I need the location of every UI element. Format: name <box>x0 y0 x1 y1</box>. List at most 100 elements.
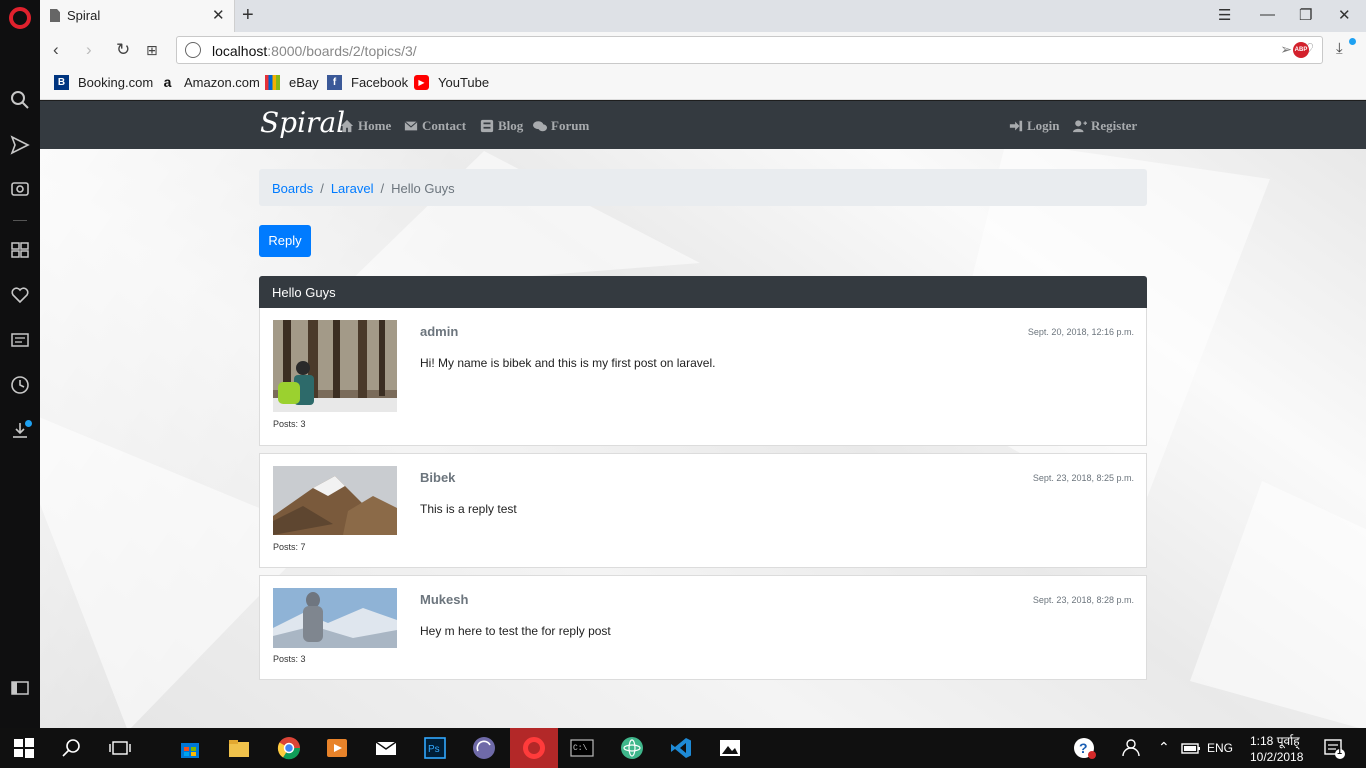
svg-text:Ps: Ps <box>428 744 440 755</box>
blog-icon <box>480 119 494 133</box>
bookmark-facebook[interactable]: f Facebook <box>327 75 408 90</box>
chrome-icon[interactable] <box>277 736 301 760</box>
battery-icon[interactable] <box>1179 736 1203 760</box>
clock-time[interactable]: 1:18 पूर्वाह् <box>1250 732 1300 749</box>
close-window-icon[interactable]: ✕ <box>1338 6 1351 24</box>
reply-button[interactable]: Reply <box>259 225 311 257</box>
send-page-icon[interactable]: ➢ <box>1280 41 1292 58</box>
chevron-up-icon[interactable]: ⌃ <box>1158 739 1170 756</box>
opera-logo-icon[interactable] <box>9 7 31 29</box>
brand-logo[interactable]: Spiral <box>260 106 345 139</box>
opera-icon <box>523 737 545 759</box>
post-avatar-image <box>273 466 397 535</box>
nav-forum[interactable]: Forum <box>533 118 589 134</box>
post-avatar-image <box>273 320 397 412</box>
page-icon <box>50 9 60 22</box>
close-tab-icon[interactable]: ✕ <box>212 6 225 24</box>
minimize-icon[interactable]: — <box>1260 6 1275 23</box>
post-date: Sept. 20, 2018, 12:16 p.m. <box>1027 327 1134 337</box>
nav-register-label: Register <box>1091 118 1138 133</box>
tab-menu-icon[interactable]: ☰ <box>1218 6 1231 24</box>
heart-icon[interactable] <box>10 285 30 305</box>
post-author[interactable]: Mukesh <box>420 592 468 607</box>
svg-text:?: ? <box>1079 740 1088 756</box>
news-icon[interactable] <box>10 330 30 350</box>
post-author[interactable]: Bibek <box>420 470 455 485</box>
address-bar[interactable]: localhost:8000/boards/2/topics/3/ ➢ ♡ <box>176 36 1323 64</box>
language-indicator[interactable]: ENG <box>1207 741 1233 755</box>
reload-icon[interactable]: ↻ <box>116 40 130 60</box>
media-player-icon[interactable] <box>325 736 349 760</box>
background-facet <box>1190 481 1366 728</box>
amazon-icon: a <box>163 74 172 90</box>
download-badge <box>25 420 32 427</box>
post-avatar-image <box>273 588 397 648</box>
speed-dial-tabs-icon[interactable]: ⊞ <box>146 42 158 59</box>
opera-taskbar-active[interactable] <box>510 728 558 768</box>
vscode-icon[interactable] <box>669 736 693 760</box>
history-clock-icon[interactable] <box>10 375 30 395</box>
task-view-icon[interactable] <box>108 736 132 760</box>
bookmark-label: Amazon.com <box>184 75 260 90</box>
bookmark-label: YouTube <box>438 75 490 90</box>
photoshop-icon[interactable]: Ps <box>423 736 447 760</box>
nav-contact-label: Contact <box>422 118 467 133</box>
post-message: Hi! My name is bibek and this is my firs… <box>420 356 716 370</box>
page-viewport: Spiral Home Contact Blog Forum Login Reg… <box>40 101 1366 728</box>
mail-icon[interactable] <box>374 736 398 760</box>
photos-icon[interactable] <box>718 736 742 760</box>
notification-count: 1 <box>1337 746 1343 756</box>
back-icon[interactable]: ‹ <box>53 40 59 60</box>
user-plus-icon <box>1073 120 1087 133</box>
store-icon[interactable] <box>178 736 202 760</box>
tab-spiral[interactable]: Spiral ✕ <box>40 0 235 32</box>
nav-login-label: Login <box>1027 118 1060 133</box>
post-count: Posts: 3 <box>273 654 306 664</box>
people-icon[interactable] <box>1118 736 1142 760</box>
search-icon[interactable] <box>10 90 30 110</box>
nav-register[interactable]: Register <box>1073 118 1137 134</box>
bookmark-ebay[interactable]: eBay <box>265 75 319 90</box>
sidebar-toggle-icon[interactable] <box>10 678 30 698</box>
post-author[interactable]: admin <box>420 324 458 339</box>
restore-icon[interactable]: ❐ <box>1299 6 1312 24</box>
send-icon[interactable] <box>10 135 30 155</box>
search-icon[interactable] <box>60 736 84 760</box>
post-count: Posts: 3 <box>273 419 306 429</box>
atom-icon[interactable] <box>620 736 644 760</box>
post-card: Posts: 3 admin Sept. 20, 2018, 12:16 p.m… <box>259 308 1147 446</box>
new-tab-icon[interactable]: + <box>242 4 254 27</box>
bookmark-booking[interactable]: B Booking.com <box>54 75 153 90</box>
forward-icon[interactable]: › <box>86 40 92 60</box>
download-icon[interactable]: ⤓ <box>1336 40 1343 57</box>
nav-forum-label: Forum <box>551 118 590 133</box>
bookmark-label: eBay <box>289 75 319 90</box>
speed-dial-icon[interactable] <box>10 240 30 260</box>
terminal-icon[interactable]: C:\ <box>570 736 594 760</box>
file-explorer-icon[interactable] <box>227 736 251 760</box>
bookmark-youtube[interactable]: ▶ YouTube <box>414 75 489 90</box>
url-text[interactable]: localhost:8000/boards/2/topics/3/ <box>212 43 417 59</box>
bookmark-label: Facebook <box>351 75 409 90</box>
adblock-icon[interactable]: ABP <box>1293 42 1309 58</box>
nav-contact[interactable]: Contact <box>404 118 466 134</box>
camera-icon[interactable] <box>10 178 30 198</box>
nav-home[interactable]: Home <box>340 118 391 134</box>
clock-date[interactable]: 10/2/2018 <box>1250 750 1303 764</box>
windows-start-icon[interactable] <box>12 736 36 760</box>
windows-taskbar: Ps C:\ ? ⌃ ENG 1:18 पूर्वाह् 10/2/2018 1 <box>0 728 1366 768</box>
bookmark-amazon[interactable]: a Amazon.com <box>160 74 260 91</box>
breadcrumb-laravel[interactable]: Laravel <box>331 181 374 196</box>
notifications-icon[interactable] <box>1322 736 1346 760</box>
torrent-app-icon[interactable] <box>472 736 496 760</box>
post-date: Sept. 23, 2018, 8:25 p.m. <box>1032 473 1134 483</box>
nav-login[interactable]: Login <box>1009 118 1060 134</box>
home-icon <box>340 119 354 133</box>
help-icon[interactable]: ? <box>1073 736 1097 760</box>
youtube-icon: ▶ <box>414 75 429 90</box>
nav-blog[interactable]: Blog <box>480 118 523 134</box>
topic-title: Hello Guys <box>259 276 1147 308</box>
breadcrumb-boards[interactable]: Boards <box>272 181 313 196</box>
nav-home-label: Home <box>358 118 392 133</box>
download-dot <box>1349 38 1356 45</box>
